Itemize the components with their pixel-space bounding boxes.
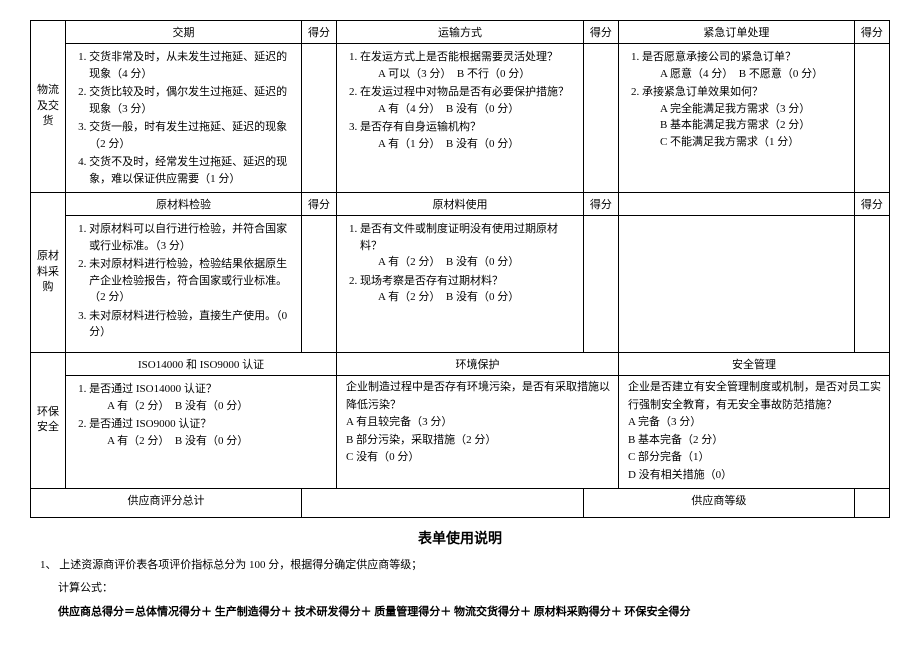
- s2c1-3: 未对原材料进行检验，直接生产使用。（0 分）: [89, 310, 287, 339]
- section3-side: 环保 安全: [31, 353, 66, 489]
- s3c1-1: 是否通过 ISO14000 认证？: [89, 383, 217, 395]
- s2-h2s: 得分: [583, 193, 618, 216]
- s2-score2[interactable]: [583, 216, 618, 353]
- s1-h2s: 得分: [583, 21, 618, 44]
- s1-score3[interactable]: [854, 44, 889, 193]
- s1-h3s: 得分: [854, 21, 889, 44]
- s3-c2: 企业制造过程中是否存有环境污染，是否有采取措施以降低污染？ A 有且较完备（3 …: [337, 376, 619, 489]
- s2c2-2a: A 有（2 分） B 没有（0 分）: [360, 289, 578, 306]
- footer-grade-value[interactable]: [854, 488, 889, 517]
- s1c1-2: 交货比较及时，偶尔发生过拖延、延迟的现象（3 分）: [89, 86, 287, 115]
- s1c3-2a: A 完全能满足我方需求（3 分）: [642, 101, 849, 118]
- s1c2-1: 在发运方式上是否能根据需要灵活处理？: [360, 51, 558, 63]
- s1-score1[interactable]: [301, 44, 336, 193]
- s1c2-3: 是否存有自身运输机构？: [360, 121, 481, 133]
- s1c2-1a: A 可以（3 分） B 不行（0 分）: [360, 66, 578, 83]
- s3c1-1a: A 有（2 分） B 没有（0 分）: [89, 398, 331, 415]
- s1c3-2: 承接紧急订单效果如何？: [642, 86, 763, 98]
- s3c3-body: 企业是否建立有安全管理制度或机制，是否对员工实行强制安全教育，有无安全事故防范措…: [628, 381, 881, 411]
- s1-c1: 交货非常及时，从未发生过拖延、延迟的现象（4 分） 交货比较及时，偶尔发生过拖延…: [66, 44, 302, 193]
- s2c1-1: 对原材料可以自行进行检验，并符合国家或行业标准。（3 分）: [89, 223, 287, 252]
- evaluation-table: 物流 及交 货 交期 得分 运输方式 得分 紧急订单处理 得分 交货非常及时，从…: [30, 20, 890, 518]
- s2-h2: 原材料使用: [337, 193, 584, 216]
- s1c1-3: 交货一般，时有发生过拖延、延迟的现象（2 分）: [89, 121, 287, 150]
- s1c1-4: 交货不及时，经常发生过拖延、延迟的现象，难以保证供应需要（1 分）: [89, 156, 287, 185]
- instr-line1: 1、 上述资源商评价表各项评价指标总分为 100 分，根据得分确定供应商等级；: [40, 556, 850, 576]
- s3c1-2: 是否通过 ISO9000 认证？: [89, 418, 211, 430]
- s2-h1: 原材料检验: [66, 193, 302, 216]
- instructions-title: 表单使用说明: [30, 528, 890, 548]
- s2c2-2: 现场考察是否存有过期材料？: [360, 275, 503, 287]
- s3c3-b: B 基本完备（2 分）: [628, 434, 723, 446]
- s3-c3: 企业是否建立有安全管理制度或机制，是否对员工实行强制安全教育，有无安全事故防范措…: [618, 376, 889, 489]
- s1c3-1: 是否愿意承接公司的紧急订单？: [642, 51, 796, 63]
- s2-h1s: 得分: [301, 193, 336, 216]
- instr-line2: 计算公式：: [58, 579, 850, 599]
- s2-score1[interactable]: [301, 216, 336, 353]
- s2-h3: [618, 193, 854, 216]
- s1-h1: 交期: [66, 21, 302, 44]
- s2c2-1a: A 有（2 分） B 没有（0 分）: [360, 254, 578, 271]
- s3c1-2a: A 有（2 分） B 没有（0 分）: [89, 433, 331, 450]
- footer-total-value[interactable]: [301, 488, 583, 517]
- s3-h2: 环境保护: [337, 353, 619, 376]
- s1c3-2b: B 基本能满足我方需求（2 分）: [642, 117, 849, 134]
- s1-score2[interactable]: [583, 44, 618, 193]
- s1c3-1a: A 愿意（4 分） B 不愿意（0 分）: [642, 66, 849, 83]
- s3-h1: ISO14000 和 ISO9000 认证: [66, 353, 337, 376]
- section1-side: 物流 及交 货: [31, 21, 66, 193]
- s1c2-3a: A 有（1 分） B 没有（0 分）: [360, 136, 578, 153]
- s2c1-2: 未对原材料进行检验，检验结果依据原生产企业检验报告，符合国家或行业标准。（2 分…: [89, 258, 287, 303]
- s1c2-2: 在发运过程中对物品是否有必要保护措施？: [360, 86, 569, 98]
- footer-grade-label: 供应商等级: [583, 488, 854, 517]
- s1-h1s: 得分: [301, 21, 336, 44]
- s3c3-a: A 完备（3 分）: [628, 416, 701, 428]
- s2c2-1: 是否有文件或制度证明没有使用过期原材料？: [360, 223, 558, 252]
- s1-c2: 在发运方式上是否能根据需要灵活处理？ A 可以（3 分） B 不行（0 分） 在发…: [337, 44, 584, 193]
- s2-c1: 对原材料可以自行进行检验，并符合国家或行业标准。（3 分） 未对原材料进行检验，…: [66, 216, 302, 353]
- s3c3-d: D 没有相关措施（0）: [628, 469, 732, 481]
- section2-side: 原材 料采 购: [31, 193, 66, 353]
- s2-c3: [618, 216, 854, 353]
- s3-c1: 是否通过 ISO14000 认证？ A 有（2 分） B 没有（0 分） 是否通过…: [66, 376, 337, 489]
- s3-h3: 安全管理: [618, 353, 889, 376]
- s3c3-c: C 部分完备（1）: [628, 451, 710, 463]
- s1-h2: 运输方式: [337, 21, 584, 44]
- footer-total-label: 供应商评分总计: [31, 488, 302, 517]
- s3c2-body: 企业制造过程中是否存有环境污染，是否有采取措施以降低污染？: [346, 381, 610, 411]
- s3c2-c: C 没有（0 分）: [346, 451, 419, 463]
- s1c3-2c: C 不能满足我方需求（1 分）: [642, 134, 849, 151]
- s1c2-2a: A 有（4 分） B 没有（0 分）: [360, 101, 578, 118]
- s3c2-a: A 有且较完备（3 分）: [346, 416, 452, 428]
- s3c2-b: B 部分污染，采取措施（2 分）: [346, 434, 496, 446]
- s1-c3: 是否愿意承接公司的紧急订单？ A 愿意（4 分） B 不愿意（0 分） 承接紧急订…: [618, 44, 854, 193]
- instr-line3: 供应商总得分＝总体情况得分＋ 生产制造得分＋ 技术研发得分＋ 质量管理得分＋ 物…: [58, 603, 850, 623]
- s1c1-1: 交货非常及时，从未发生过拖延、延迟的现象（4 分）: [89, 51, 287, 80]
- s2-h3s: 得分: [854, 193, 889, 216]
- s1-h3: 紧急订单处理: [618, 21, 854, 44]
- s2-c2: 是否有文件或制度证明没有使用过期原材料？ A 有（2 分） B 没有（0 分） 现…: [337, 216, 584, 353]
- s2-score3[interactable]: [854, 216, 889, 353]
